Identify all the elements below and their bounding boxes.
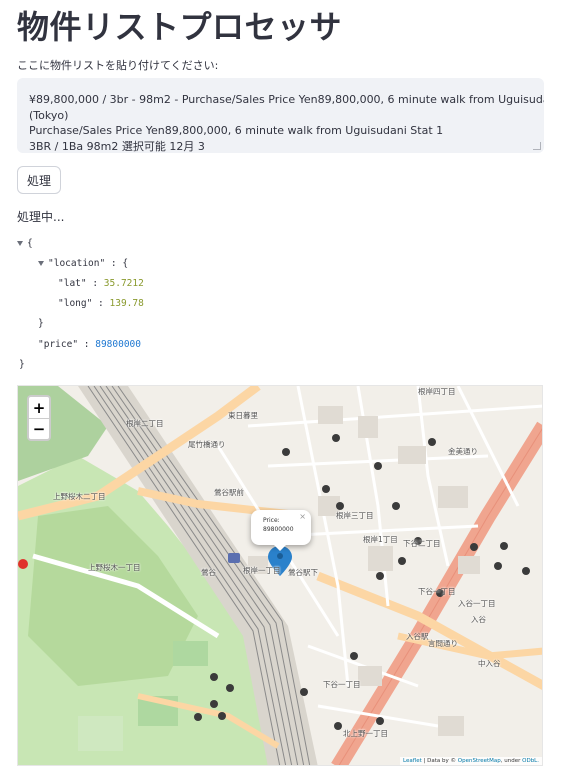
map-label: 根岸四丁目: [418, 387, 456, 396]
map-label: 根岸三丁目: [336, 511, 374, 520]
map-label: 尾竹橋通り: [188, 440, 226, 449]
map-label: 鶯谷駅前: [214, 488, 244, 497]
processing-status: 処理中...: [17, 210, 65, 224]
popup-price-value: 89800000: [263, 526, 294, 533]
map-label: 中入谷: [478, 659, 501, 668]
popup-tip: [273, 544, 287, 551]
json-colon-brace: : {: [105, 258, 129, 269]
marker-popup: Price: 89800000 ×: [251, 510, 311, 551]
map-label: 下谷一丁目: [323, 680, 361, 689]
zoom-control: + −: [27, 395, 51, 441]
map-label: 鶯谷: [201, 568, 216, 577]
textarea-line: ¥89,800,000 / 3br - 98m2 - Purchase/Sale…: [29, 93, 544, 106]
json-value-price: 89800000: [95, 339, 141, 350]
json-key-location: "location": [48, 258, 106, 269]
json-open-brace: {: [27, 238, 33, 249]
json-key-lat: "lat": [58, 278, 87, 289]
json-outer-close: }: [19, 359, 25, 370]
property-list-textarea[interactable]: ¥89,800,000 / 3br - 98m2 - Purchase/Sale…: [17, 78, 544, 153]
map-label: 鶯谷駅下: [288, 568, 318, 577]
map-label: 根岸1丁目: [363, 535, 398, 544]
map-label: 入谷駅: [406, 632, 429, 641]
map-tiles: [18, 386, 542, 765]
json-colon: :: [92, 298, 110, 309]
zoom-out-button[interactable]: −: [29, 418, 49, 439]
map-label: 上野桜木二丁目: [53, 492, 106, 501]
json-key-price: "price": [38, 339, 79, 350]
leaflet-link[interactable]: Leaflet: [403, 758, 422, 764]
attribution-under: , under: [500, 758, 523, 764]
attribution-text: | Data by ©: [421, 758, 458, 764]
json-inner-close: }: [38, 318, 44, 329]
map-label: 入谷一丁目: [458, 599, 496, 608]
osm-link[interactable]: OpenStreetMap: [458, 758, 501, 764]
map-label: 下谷二丁目: [403, 539, 441, 548]
odbl-link[interactable]: ODbL.: [522, 758, 539, 764]
zoom-in-button[interactable]: +: [29, 397, 49, 418]
map-view[interactable]: 根岸二丁目 根岸三丁目 根岸四丁目 上野桜木二丁目 上野桜木一丁目 鶯谷駅前 鶯…: [17, 385, 543, 766]
map-attribution: Leaflet | Data by © OpenStreetMap, under…: [400, 757, 542, 765]
process-button[interactable]: 処理: [17, 166, 61, 194]
map-label: 下谷一丁目: [418, 587, 456, 596]
json-colon: :: [86, 278, 104, 289]
json-colon: :: [78, 339, 96, 350]
map-label: 金美通り: [448, 447, 478, 456]
map-label: 北上野一丁目: [343, 729, 388, 738]
page-title: 物件リストプロセッサ: [17, 8, 343, 46]
resize-handle-icon[interactable]: [533, 142, 541, 150]
collapse-caret-icon[interactable]: [17, 241, 23, 246]
json-value-lat: 35.7212: [103, 278, 144, 289]
popup-close-button[interactable]: ×: [299, 512, 306, 521]
textarea-line: 3BR / 1Ba 98m2 選択可能 12月 3: [29, 139, 205, 153]
textarea-line: Purchase/Sales Price Yen89,800,000, 6 mi…: [29, 124, 444, 137]
map-label: 根岸二丁目: [126, 419, 164, 428]
paste-prompt-label: ここに物件リストを貼り付けてください:: [17, 59, 219, 72]
map-label: 東日暮里: [228, 411, 258, 420]
textarea-line: (Tokyo): [29, 108, 69, 122]
map-label: 入谷: [471, 615, 486, 624]
map-label: 根岸一丁目: [243, 566, 281, 575]
map-label: 上野桜木一丁目: [88, 563, 141, 572]
json-key-long: "long": [58, 298, 93, 309]
map-label: 言問通り: [428, 639, 458, 648]
json-value-long: 139.78: [109, 298, 144, 309]
collapse-caret-icon[interactable]: [38, 261, 44, 266]
